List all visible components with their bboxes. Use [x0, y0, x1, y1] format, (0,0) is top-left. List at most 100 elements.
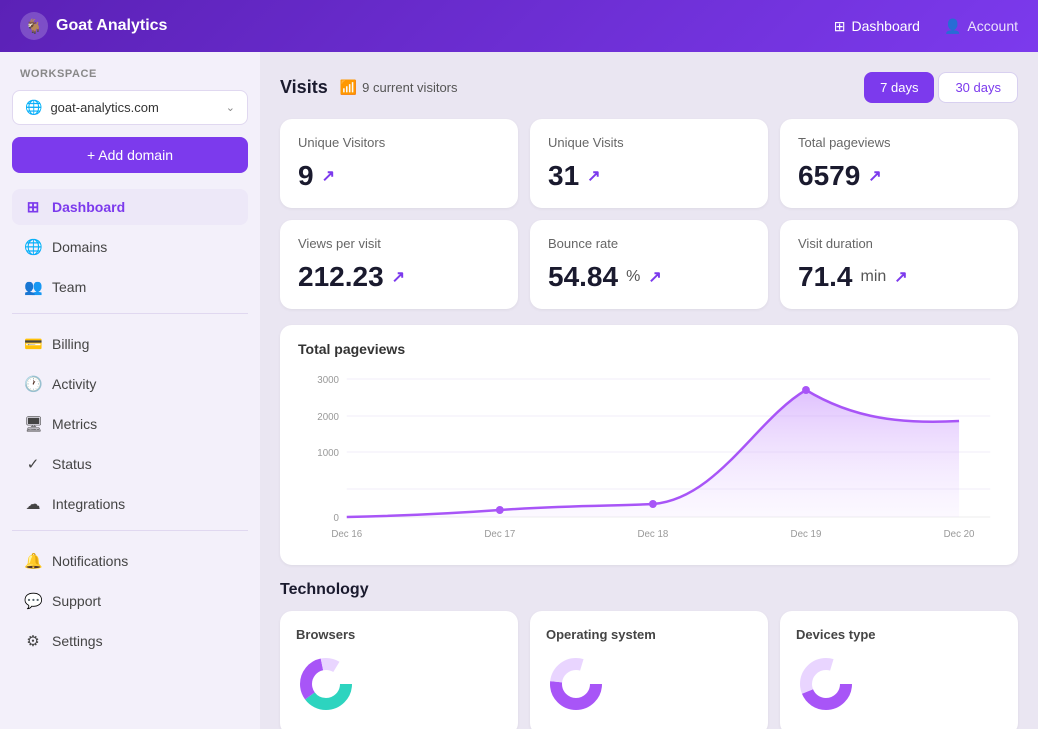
domain-selector[interactable]: 🌐 goat-analytics.com ⌄ [12, 90, 248, 125]
sidebar-item-integrations[interactable]: ☁ Integrations [12, 486, 248, 522]
sidebar-item-support[interactable]: 💬 Support [12, 583, 248, 619]
unique-visitors-value: 9 [298, 160, 314, 192]
sidebar-settings-label: Settings [52, 633, 103, 649]
notifications-icon: 🔔 [24, 552, 42, 570]
sidebar-item-status[interactable]: ✓ Status [12, 446, 248, 482]
unique-visits-value: 31 [548, 160, 579, 192]
devices-type-title: Devices type [796, 627, 1002, 642]
stat-card-unique-visits: Unique Visits 31 ↗ [530, 119, 768, 208]
sidebar-item-notifications[interactable]: 🔔 Notifications [12, 543, 248, 579]
visits-header: Visits 📶 9 current visitors 7 days 30 da… [280, 72, 1018, 103]
support-icon: 💬 [24, 592, 42, 610]
filter-7days[interactable]: 7 days [864, 72, 934, 103]
domains-icon: 🌐 [24, 238, 42, 256]
pageviews-chart: 3000 2000 1000 0 [298, 369, 1000, 549]
logo-text: Goat Analytics [56, 17, 167, 35]
unique-visitors-arrow: ↗ [322, 166, 335, 186]
domain-globe-icon: 🌐 [25, 99, 42, 116]
sidebar-divider-1 [12, 313, 248, 314]
total-pageviews-value-row: 6579 ↗ [798, 160, 1000, 192]
account-nav-label: Account [967, 18, 1018, 34]
total-pageviews-arrow: ↗ [868, 166, 881, 186]
sidebar-item-domains[interactable]: 🌐 Domains [12, 229, 248, 265]
svg-text:Dec 16: Dec 16 [331, 529, 362, 540]
unique-visits-value-row: 31 ↗ [548, 160, 750, 192]
svg-text:1000: 1000 [317, 448, 339, 459]
operating-system-title: Operating system [546, 627, 752, 642]
header-nav: ⊞ Dashboard 👤 Account [834, 18, 1018, 35]
header-nav-dashboard[interactable]: ⊞ Dashboard [834, 18, 920, 35]
technology-section: Technology Browsers Operating system [280, 581, 1018, 729]
sidebar-item-settings[interactable]: ⚙ Settings [12, 623, 248, 659]
bounce-rate-unit: % [626, 268, 640, 286]
team-icon: 👥 [24, 278, 42, 296]
sidebar-item-team[interactable]: 👥 Team [12, 269, 248, 305]
svg-text:3000: 3000 [317, 375, 339, 386]
os-chart [546, 654, 606, 714]
sidebar-domains-label: Domains [52, 239, 107, 255]
stat-card-views-per-visit: Views per visit 212.23 ↗ [280, 220, 518, 309]
add-domain-label: + Add domain [87, 147, 173, 163]
sidebar-item-activity[interactable]: 🕐 Activity [12, 366, 248, 402]
svg-text:2000: 2000 [317, 412, 339, 423]
main-content: Visits 📶 9 current visitors 7 days 30 da… [260, 52, 1038, 729]
svg-text:Dec 18: Dec 18 [637, 529, 668, 540]
domain-arrow-icon: ⌄ [226, 101, 235, 114]
views-per-visit-arrow: ↗ [392, 267, 405, 287]
chart-area [347, 390, 959, 517]
views-per-visit-label: Views per visit [298, 236, 500, 251]
current-visitors-text: 9 current visitors [362, 80, 457, 95]
sidebar-divider-2 [12, 530, 248, 531]
current-visitors-badge: 📶 9 current visitors [340, 79, 458, 96]
stat-card-unique-visitors: Unique Visitors 9 ↗ [280, 119, 518, 208]
bounce-rate-label: Bounce rate [548, 236, 750, 251]
tech-card-operating-system: Operating system [530, 611, 768, 729]
header: 🐐 Goat Analytics ⊞ Dashboard 👤 Account [0, 0, 1038, 52]
sidebar-support-label: Support [52, 593, 101, 609]
visit-duration-value: 71.4 [798, 261, 853, 293]
sidebar-team-label: Team [52, 279, 86, 295]
chart-title: Total pageviews [298, 341, 1000, 357]
dashboard-icon: ⊞ [24, 198, 42, 216]
dashboard-nav-icon: ⊞ [834, 18, 846, 35]
bounce-rate-value-row: 54.84 % ↗ [548, 261, 750, 293]
bounce-rate-value: 54.84 [548, 261, 618, 293]
metrics-icon: 🖥 [24, 415, 42, 433]
sidebar-item-metrics[interactable]: 🖥 Metrics [12, 406, 248, 442]
chart-card: Total pageviews 3000 2000 1000 0 [280, 325, 1018, 565]
technology-section-title: Technology [280, 581, 1018, 599]
browsers-title: Browsers [296, 627, 502, 642]
tech-card-devices-type: Devices type [780, 611, 1018, 729]
workspace-label: Workspace [12, 68, 248, 86]
bounce-rate-arrow: ↗ [648, 267, 661, 287]
chart-point-dec18 [649, 500, 657, 508]
stat-card-visit-duration: Visit duration 71.4 min ↗ [780, 220, 1018, 309]
views-per-visit-value: 212.23 [298, 261, 384, 293]
tech-card-browsers: Browsers [280, 611, 518, 729]
stat-card-bounce-rate: Bounce rate 54.84 % ↗ [530, 220, 768, 309]
add-domain-button[interactable]: + Add domain [12, 137, 248, 173]
svg-text:0: 0 [334, 513, 340, 524]
sidebar-item-billing[interactable]: 💳 Billing [12, 326, 248, 362]
filter-30days[interactable]: 30 days [938, 72, 1018, 103]
settings-icon: ⚙ [24, 632, 42, 650]
wifi-icon: 📶 [340, 79, 357, 96]
chart-point-dec17 [496, 506, 504, 514]
sidebar-status-label: Status [52, 456, 92, 472]
visit-duration-value-row: 71.4 min ↗ [798, 261, 1000, 293]
stat-card-total-pageviews: Total pageviews 6579 ↗ [780, 119, 1018, 208]
browsers-chart [296, 654, 356, 714]
sidebar-activity-label: Activity [52, 376, 96, 392]
technology-grid: Browsers Operating system Devices t [280, 611, 1018, 729]
dashboard-nav-label: Dashboard [851, 18, 920, 34]
logo-icon: 🐐 [20, 12, 48, 40]
logo: 🐐 Goat Analytics [20, 12, 834, 40]
total-pageviews-label: Total pageviews [798, 135, 1000, 150]
header-nav-account[interactable]: 👤 Account [944, 18, 1018, 35]
visit-duration-unit: min [861, 268, 887, 286]
devices-chart [796, 654, 856, 714]
sidebar: Workspace 🌐 goat-analytics.com ⌄ + Add d… [0, 52, 260, 729]
billing-icon: 💳 [24, 335, 42, 353]
sidebar-item-dashboard[interactable]: ⊞ Dashboard [12, 189, 248, 225]
time-filters: 7 days 30 days [864, 72, 1018, 103]
